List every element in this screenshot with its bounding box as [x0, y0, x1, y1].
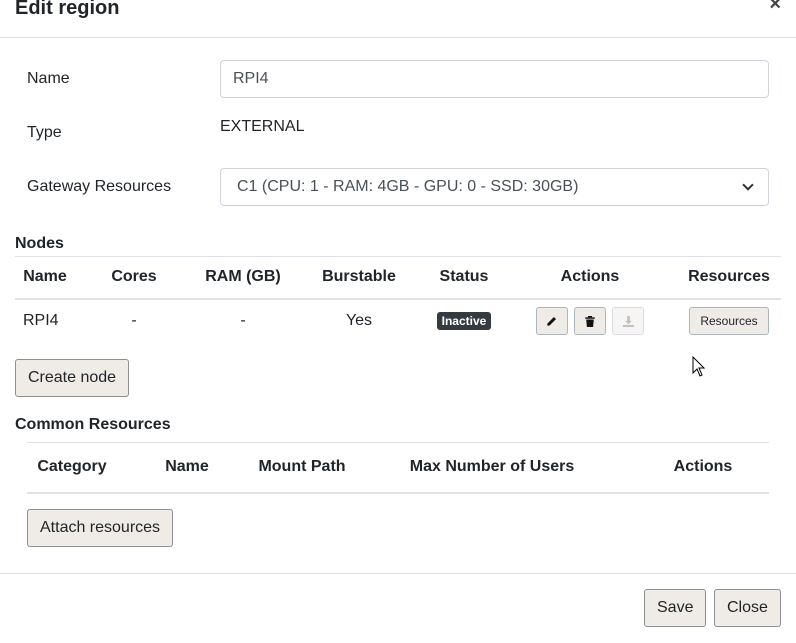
trash-icon: [585, 315, 595, 327]
type-row: Type EXTERNAL: [27, 114, 769, 152]
node-burstable: Yes: [345, 312, 373, 329]
edit-node-button[interactable]: [535, 307, 568, 335]
download-node-button[interactable]: [612, 307, 645, 335]
nodes-table: Name Cores RAM (GB) Burstable Status Act…: [15, 256, 781, 343]
col-status: Status: [425, 256, 503, 300]
table-row: RPI4 - - Yes Inactive Resources: [15, 299, 781, 343]
close-icon[interactable]: ×: [769, 0, 781, 14]
nodes-title: Nodes: [15, 235, 64, 252]
col-category: Category: [27, 442, 117, 494]
footer-divider: [0, 573, 796, 574]
col-burstable: Burstable: [293, 256, 425, 300]
save-button[interactable]: Save: [644, 589, 707, 627]
download-icon: [622, 315, 634, 327]
node-ram: -: [240, 312, 246, 329]
status-badge: Inactive: [436, 312, 492, 330]
common-resources-title: Common Resources: [15, 416, 171, 433]
pencil-icon: [547, 316, 557, 326]
node-name: RPI4: [23, 312, 59, 329]
mouse-cursor-icon: [692, 356, 706, 377]
nodes-header-row: Name Cores RAM (GB) Burstable Status Act…: [15, 256, 781, 300]
node-status-cell: Inactive: [425, 299, 503, 343]
close-button[interactable]: Close: [714, 589, 781, 627]
gateway-select[interactable]: C1 (CPU: 1 - RAM: 4GB - GPU: 0 - SSD: 30…: [220, 168, 769, 206]
col-resources: Resources: [677, 256, 781, 300]
col-ram: RAM (GB): [193, 256, 293, 300]
name-label: Name: [27, 70, 70, 87]
col-resource-name: Name: [117, 442, 257, 494]
type-value: EXTERNAL: [220, 118, 305, 135]
common-resources-table: Category Name Mount Path Max Number of U…: [27, 442, 769, 494]
gateway-row: Gateway Resources C1 (CPU: 1 - RAM: 4GB …: [27, 168, 769, 206]
gateway-selected-value: C1 (CPU: 1 - RAM: 4GB - GPU: 0 - SSD: 30…: [237, 178, 579, 195]
name-row: Name: [27, 60, 769, 98]
node-actions-cell: [503, 299, 677, 343]
node-cores: -: [131, 312, 137, 329]
name-input[interactable]: [220, 60, 769, 98]
col-name: Name: [15, 256, 75, 300]
delete-node-button[interactable]: [574, 307, 606, 335]
col-max-users: Max Number of Users: [347, 442, 637, 494]
attach-resources-button[interactable]: Attach resources: [27, 509, 174, 547]
modal-title: Edit region: [15, 0, 120, 19]
node-resources-cell: Resources: [677, 299, 781, 343]
col-resource-actions: Actions: [637, 442, 769, 494]
gateway-label: Gateway Resources: [27, 178, 172, 195]
type-label: Type: [27, 124, 62, 141]
node-resources-button[interactable]: Resources: [689, 307, 769, 335]
chevron-down-icon: [742, 179, 754, 191]
modal-header: Edit region ×: [0, 0, 796, 38]
col-mount-path: Mount Path: [257, 442, 347, 494]
create-node-button[interactable]: Create node: [15, 359, 130, 397]
col-actions: Actions: [503, 256, 677, 300]
common-resources-header-row: Category Name Mount Path Max Number of U…: [27, 442, 769, 494]
col-cores: Cores: [75, 256, 193, 300]
